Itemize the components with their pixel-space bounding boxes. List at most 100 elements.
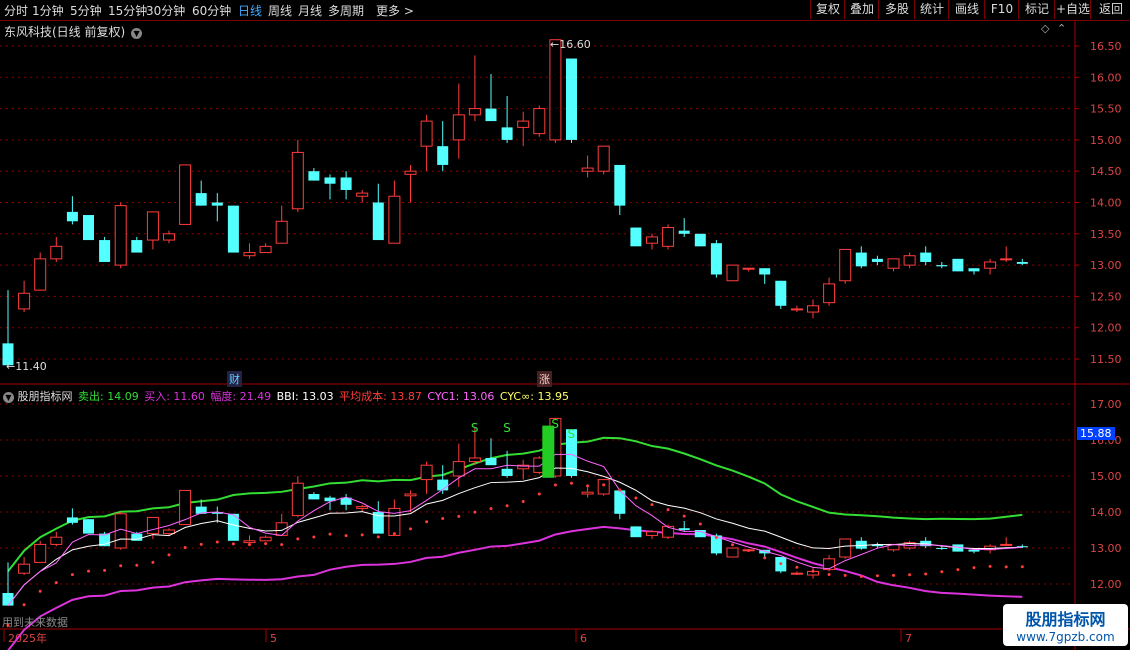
avg-cost-dot bbox=[248, 543, 251, 547]
candle-body bbox=[936, 265, 948, 267]
candle-body bbox=[83, 215, 94, 241]
period-tab-4[interactable]: 30分钟 bbox=[146, 2, 185, 19]
max-price-value: 16.60 bbox=[559, 38, 591, 51]
tool-button-1[interactable]: 叠加 bbox=[844, 0, 879, 19]
ind-candle-body bbox=[790, 572, 803, 575]
kline-chart: 16.50 16.00 15.50 15.00 14.50 14.00 13.50 13.00… bbox=[0, 20, 1130, 650]
avg-cost-dot bbox=[1020, 565, 1024, 569]
site-watermark: 股朋指标网 www.7gpzb.com bbox=[1003, 604, 1128, 646]
candle-body bbox=[630, 227, 642, 247]
avg-cost-dot bbox=[183, 545, 187, 549]
ind-candle-body bbox=[163, 529, 175, 535]
period-tab-8[interactable]: 月线 bbox=[298, 2, 322, 19]
tool-button-3[interactable]: 统计 bbox=[914, 0, 949, 19]
period-tab-2[interactable]: 5分钟 bbox=[70, 2, 102, 19]
ind-candle-body bbox=[597, 479, 610, 495]
ind-candle-body bbox=[678, 528, 690, 530]
candle-body bbox=[468, 108, 481, 116]
chevron-up-icon[interactable]: ⌃ bbox=[1057, 22, 1066, 35]
chevron-down-icon[interactable]: ▼ bbox=[131, 28, 143, 39]
period-tab-5[interactable]: 60分钟 bbox=[192, 2, 231, 19]
avg-cost-dot bbox=[795, 565, 799, 569]
candle-body bbox=[66, 211, 78, 222]
ind-candle-body bbox=[2, 593, 14, 606]
candle-body bbox=[710, 243, 722, 275]
avg-cost-dot bbox=[924, 572, 928, 576]
tool-button-4[interactable]: 画线 bbox=[948, 0, 985, 19]
avg-cost-dot bbox=[360, 533, 364, 537]
ind-candle-body bbox=[259, 536, 272, 542]
candle-body bbox=[759, 268, 771, 275]
bbi-line bbox=[7, 467, 1023, 606]
avg-cost-dot bbox=[731, 543, 734, 547]
tool-button-0[interactable]: 复权 bbox=[810, 0, 845, 19]
avg-cost-dot bbox=[215, 540, 219, 544]
avg-cost-dot bbox=[22, 603, 26, 607]
candle-body bbox=[437, 146, 449, 165]
candle-body bbox=[790, 308, 803, 311]
avg-cost-value: 平均成本: 13.87 bbox=[339, 390, 422, 403]
sell-signal-s: S bbox=[568, 427, 576, 441]
indicator-name[interactable]: 股朋指标网 bbox=[18, 390, 73, 403]
candle-body bbox=[340, 177, 352, 190]
ind-candle-body bbox=[501, 468, 513, 476]
candle-body bbox=[968, 268, 980, 272]
candle-body bbox=[308, 171, 320, 181]
avg-cost-dot bbox=[376, 535, 380, 539]
ind-candle-body bbox=[34, 543, 47, 563]
avg-cost-dot bbox=[714, 536, 718, 540]
min-price-value: 11.40 bbox=[15, 360, 47, 373]
candle-body bbox=[903, 255, 916, 266]
avg-cost-dot bbox=[457, 514, 461, 518]
avg-cost-dot bbox=[264, 542, 268, 546]
diamond-icon[interactable]: ◇ bbox=[1041, 22, 1049, 35]
stock-title[interactable]: 东风科技(日线 前复权) ▼ bbox=[4, 23, 143, 40]
avg-cost-dot bbox=[151, 560, 155, 564]
avg-cost-dot bbox=[843, 573, 847, 577]
candle-body bbox=[179, 164, 192, 225]
tool-button-6[interactable]: 标记 bbox=[1018, 0, 1055, 19]
tool-button-7[interactable]: +自选 bbox=[1054, 0, 1091, 19]
period-tab-1[interactable]: 1分钟 bbox=[32, 2, 64, 19]
candle-body bbox=[131, 240, 143, 253]
upper-axis-label: 15.00 bbox=[1090, 134, 1122, 147]
period-tab-3[interactable]: 15分钟 bbox=[108, 2, 147, 19]
finance-marker[interactable]: 财 bbox=[227, 371, 242, 387]
candle-body bbox=[823, 283, 836, 304]
candle-body bbox=[18, 292, 31, 310]
upper-axis-label: 15.50 bbox=[1090, 103, 1122, 116]
chevron-down-icon[interactable]: ▼ bbox=[3, 392, 14, 403]
candle-body bbox=[163, 233, 175, 241]
candle-body bbox=[775, 280, 787, 306]
indicator-legend: ▼ 股朋指标网 卖出: 14.09 买入: 11.60 幅度: 21.49 BB… bbox=[3, 388, 569, 404]
sell-signal-s: S bbox=[471, 421, 479, 435]
candle-body bbox=[871, 258, 883, 262]
candle-body bbox=[855, 252, 867, 267]
candle-body bbox=[678, 230, 690, 234]
avg-cost-dot bbox=[586, 484, 590, 488]
ind-candle-body bbox=[839, 538, 852, 558]
candle-body bbox=[114, 205, 127, 266]
period-toolbar: 分时 1分钟 5分钟 15分钟 30分钟 60分钟 日线 周线 月线 多周期 更多 > 复权 叠加 多股统… bbox=[0, 0, 1130, 21]
ind-candle-body bbox=[420, 464, 433, 481]
candle-body bbox=[420, 120, 433, 147]
period-tab-7[interactable]: 周线 bbox=[268, 2, 292, 19]
ind-candle-body bbox=[131, 533, 143, 541]
ind-candle-body bbox=[50, 536, 63, 545]
period-tab-10[interactable]: 更多 > bbox=[376, 2, 414, 19]
lower-axis-label: 15.00 bbox=[1090, 470, 1122, 483]
period-tab-6[interactable]: 日线 bbox=[238, 2, 262, 19]
tool-button-2[interactable]: 多股 bbox=[878, 0, 915, 19]
tool-button-5[interactable]: F10 bbox=[984, 0, 1019, 19]
period-tab-9[interactable]: 多周期 bbox=[328, 2, 364, 19]
candle-body bbox=[742, 267, 755, 270]
date-label: 7 bbox=[905, 632, 912, 645]
avg-cost-dot bbox=[441, 516, 445, 520]
limit-up-marker[interactable]: 涨 bbox=[537, 371, 552, 387]
candle-body bbox=[1016, 261, 1028, 264]
sell-value: 卖出: 14.09 bbox=[78, 390, 139, 403]
avg-cost-dot bbox=[634, 496, 638, 500]
tool-button-8[interactable]: 返回 bbox=[1090, 0, 1130, 19]
lower-axis-label: 14.00 bbox=[1090, 506, 1122, 519]
period-tab-0[interactable]: 分时 bbox=[4, 2, 28, 19]
